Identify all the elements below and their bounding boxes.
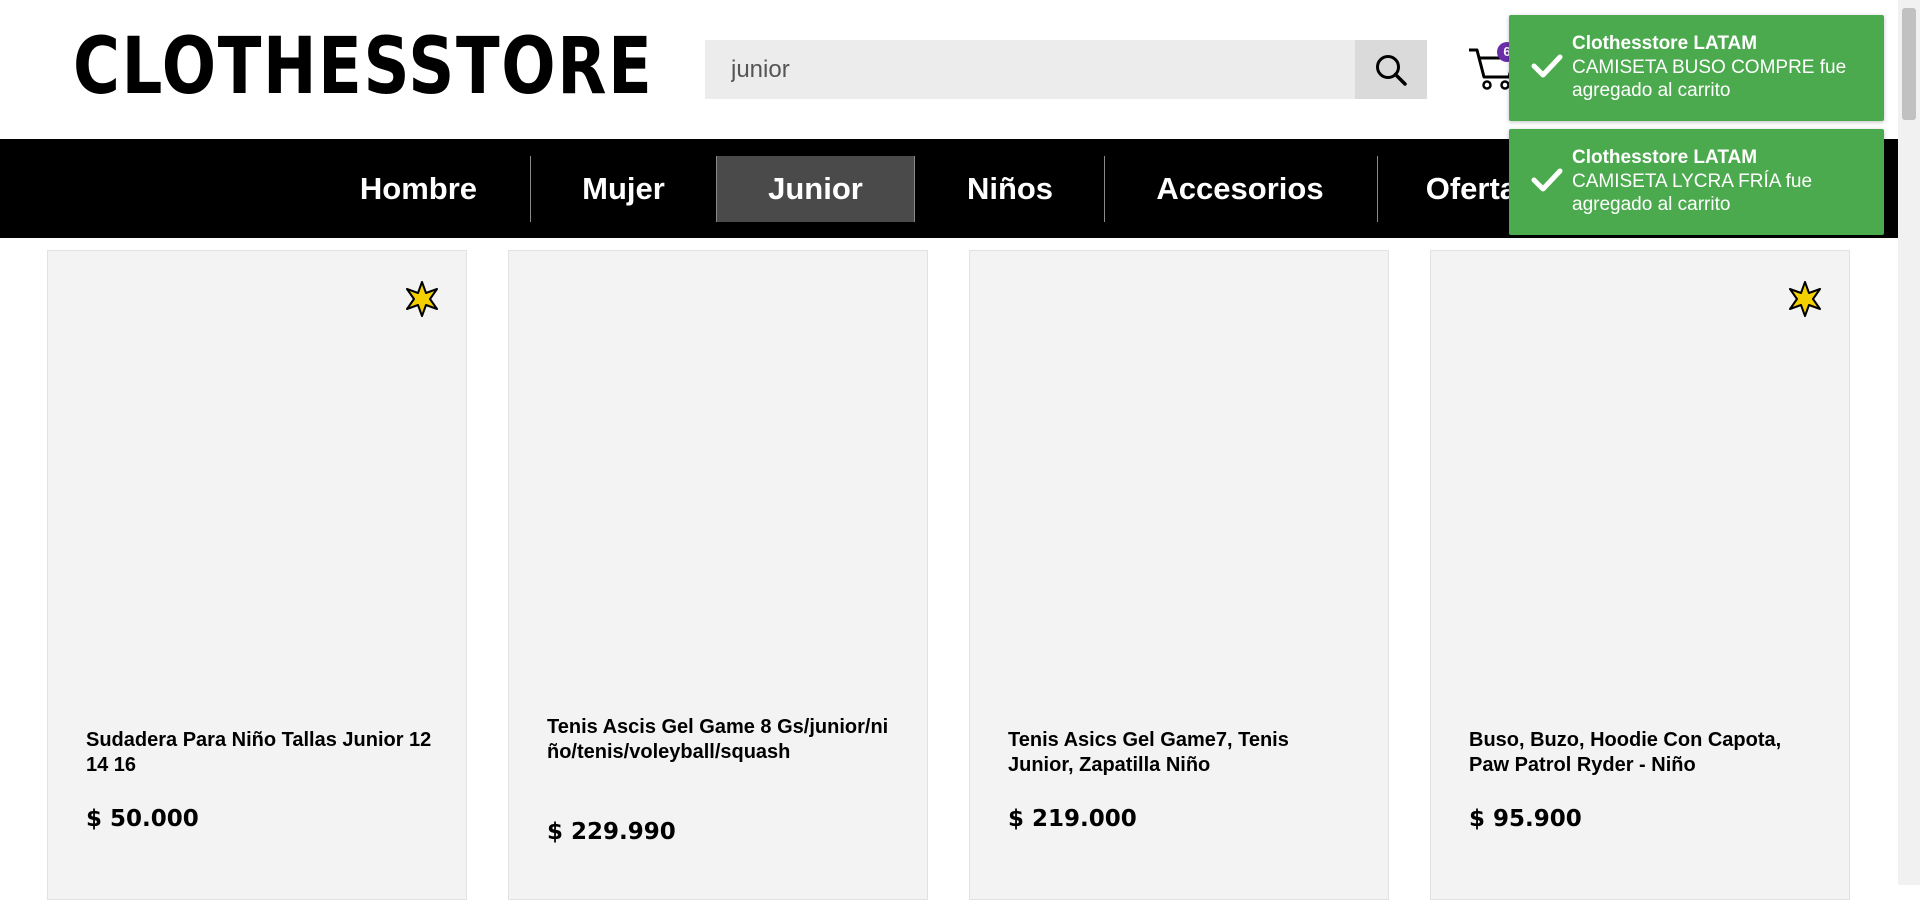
- toast-title: Clothesstore LATAM: [1572, 147, 1758, 168]
- nav-item-accesorios[interactable]: Accesorios: [1130, 156, 1350, 222]
- scrollbar-thumb[interactable]: [1902, 8, 1916, 120]
- search-button[interactable]: [1355, 40, 1427, 99]
- nav-item-junior[interactable]: Junior: [717, 156, 914, 222]
- product-name[interactable]: Sudadera Para Niño Tallas Junior 12 14 1…: [86, 728, 432, 778]
- product-card[interactable]: Tenis Asics Gel Game7, Tenis Junior, Zap…: [969, 250, 1389, 900]
- product-card[interactable]: Tenis Ascis Gel Game 8 Gs/junior/niño/te…: [508, 250, 928, 900]
- cart-toast[interactable]: Clothesstore LATAM CAMISETA LYCRA FRÍA f…: [1509, 129, 1884, 235]
- nav-item-hombre[interactable]: Hombre: [336, 156, 501, 222]
- search-input[interactable]: [705, 40, 1355, 99]
- product-name[interactable]: Buso, Buzo, Hoodie Con Capota, Paw Patro…: [1469, 728, 1815, 778]
- toast-message: CAMISETA BUSO COMPRE fue agregado al car…: [1572, 57, 1847, 101]
- featured-star-icon: [406, 281, 438, 317]
- toast-title: Clothesstore LATAM: [1572, 33, 1758, 54]
- product-price: $ 219.000: [1008, 806, 1137, 832]
- featured-star-icon: [1789, 281, 1821, 317]
- product-name[interactable]: Tenis Ascis Gel Game 8 Gs/junior/niño/te…: [547, 715, 893, 765]
- check-icon: [1531, 168, 1563, 192]
- product-name[interactable]: Tenis Asics Gel Game7, Tenis Junior, Zap…: [1008, 728, 1354, 778]
- toast-message: CAMISETA LYCRA FRÍA fue agregado al carr…: [1572, 171, 1813, 215]
- check-icon: [1531, 54, 1563, 78]
- site-logo[interactable]: CLOTHESSTORE: [73, 24, 654, 110]
- product-card[interactable]: Sudadera Para Niño Tallas Junior 12 14 1…: [47, 250, 467, 900]
- page-scrollbar[interactable]: [1898, 0, 1920, 885]
- nav-divider: [914, 156, 915, 222]
- product-card[interactable]: Buso, Buzo, Hoodie Con Capota, Paw Patro…: [1430, 250, 1850, 900]
- nav-divider: [1104, 156, 1105, 222]
- search-bar: [705, 40, 1427, 99]
- nav-item-ninos[interactable]: Niños: [940, 156, 1080, 222]
- nav-divider: [530, 156, 531, 222]
- product-price: $ 95.900: [1469, 806, 1582, 832]
- product-price: $ 50.000: [86, 806, 199, 832]
- nav-divider: [1377, 156, 1378, 222]
- nav-item-mujer[interactable]: Mujer: [555, 156, 692, 222]
- product-price: $ 229.990: [547, 819, 676, 845]
- search-icon: [1376, 54, 1407, 86]
- cart-toast[interactable]: Clothesstore LATAM CAMISETA BUSO COMPRE …: [1509, 15, 1884, 121]
